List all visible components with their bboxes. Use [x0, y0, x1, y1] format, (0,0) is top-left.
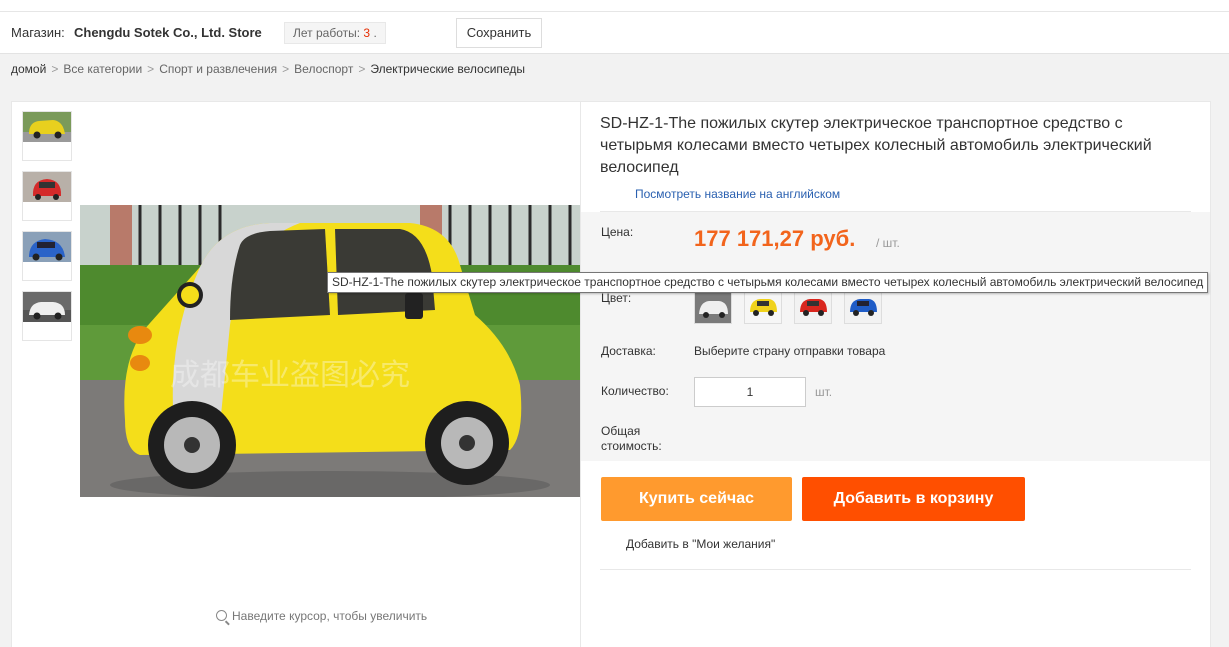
breadcrumb-cycling[interactable]: Велоспорт [294, 62, 353, 76]
yellow-car-thumb-image [23, 112, 71, 142]
white-car-thumb-image [23, 292, 71, 322]
white-car-swatch-image [695, 290, 731, 323]
breadcrumb-home[interactable]: домой [11, 62, 46, 76]
yellow-car-swatch-image [745, 290, 781, 323]
total-label-line2: стоимость: [601, 439, 662, 453]
top-strip [0, 0, 1229, 12]
title-tooltip: SD-HZ-1-The пожилых скутер электрическое… [327, 272, 1209, 293]
product-title: SD-HZ-1-The пожилых скутер электрическое… [600, 115, 1152, 176]
watermark-text: 成都车业盗图必究 [170, 358, 410, 393]
breadcrumb-separator: > [358, 62, 366, 76]
years-suffix: . [373, 26, 377, 40]
red-car-swatch-image [795, 290, 831, 323]
total-price-label: Общая стоимость: [601, 424, 662, 454]
thumbnail-yellow-car[interactable] [22, 111, 72, 161]
zoom-hint-text: Наведите курсор, чтобы увеличить [232, 609, 428, 623]
blue-car-swatch-image [845, 290, 881, 323]
breadcrumb-all-categories[interactable]: Все категории [63, 62, 142, 76]
view-english-title-link[interactable]: Посмотреть название на английском [635, 187, 840, 201]
red-car-thumb-image [23, 172, 71, 202]
quantity-unit: шт. [815, 385, 833, 399]
price-value: 177 171,27 руб. [694, 226, 856, 251]
shipping-country-selector[interactable]: Выберите страну отправки товара [694, 344, 885, 358]
store-label: Магазин: [11, 25, 65, 40]
color-label: Цвет: [601, 291, 632, 305]
breadcrumb-separator: > [282, 62, 290, 76]
total-label-line1: Общая [601, 424, 641, 438]
color-swatch-red[interactable] [794, 289, 832, 324]
breadcrumb-separator: > [51, 62, 59, 76]
quantity-input[interactable]: 1 [694, 377, 806, 407]
breadcrumb-electric-bikes[interactable]: Электрические велосипеды [370, 62, 525, 76]
color-swatch-yellow[interactable] [744, 289, 782, 324]
blue-car-thumb-image [23, 232, 71, 262]
yellow-car-image: 成都车业盗图必究 [80, 205, 580, 497]
years-open-badge: Лет работы: 3 . [284, 22, 386, 44]
quantity-label: Количество: [601, 384, 669, 398]
color-swatch-blue[interactable] [844, 289, 882, 324]
add-to-wishlist-link[interactable]: Добавить в "Мои желания" [626, 537, 775, 551]
thumbnail-white-car[interactable] [22, 291, 72, 341]
price-label: Цена: [601, 225, 634, 239]
breadcrumb-sports[interactable]: Спорт и развлечения [159, 62, 277, 76]
magnifier-icon [216, 610, 227, 621]
breadcrumb-separator: > [147, 62, 155, 76]
store-bar: Магазин: Chengdu Sotek Co., Ltd. Store Л… [0, 12, 1229, 54]
divider [600, 569, 1191, 570]
zoom-hint: Наведите курсор, чтобы увеличить [216, 609, 427, 623]
color-swatch-white[interactable] [694, 289, 732, 324]
store-name-link[interactable]: Chengdu Sotek Co., Ltd. Store [74, 25, 262, 40]
add-to-cart-button[interactable]: Добавить в корзину [802, 477, 1025, 521]
main-product-image[interactable]: 成都车业盗图必究 [80, 205, 580, 497]
thumbnail-blue-car[interactable] [22, 231, 72, 281]
years-label: Лет работы: [293, 26, 361, 40]
breadcrumb: домой > Все категории > Спорт и развлечения >… [11, 62, 525, 76]
save-store-button[interactable]: Сохранить [456, 18, 542, 48]
thumbnail-red-car[interactable] [22, 171, 72, 221]
buy-now-button[interactable]: Купить сейчас [601, 477, 792, 521]
shipping-label: Доставка: [601, 344, 656, 358]
years-value: 3 [363, 26, 371, 40]
price-unit: / шт. [876, 236, 900, 250]
